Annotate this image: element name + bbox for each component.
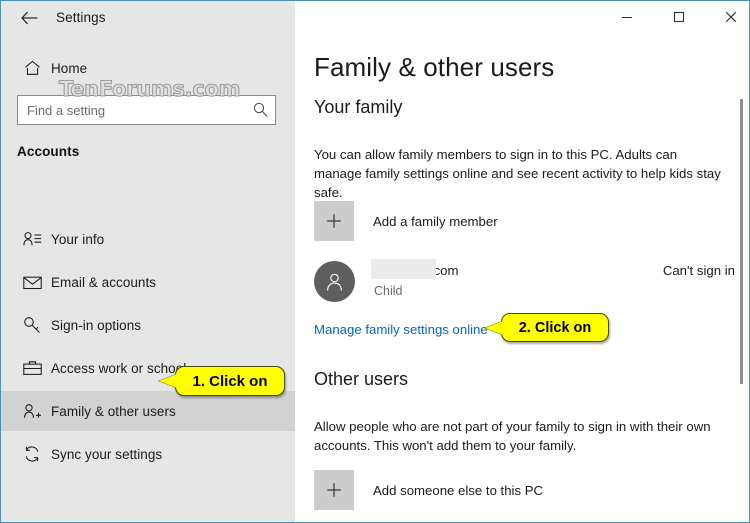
section-heading-other-users: Other users (314, 369, 409, 389)
briefcase-icon (13, 360, 51, 376)
back-button[interactable] (11, 5, 47, 31)
family-account-row[interactable]: @outlook.com Child Can't sign in (314, 258, 739, 306)
add-someone-else-label: Add someone else to this PC (373, 482, 544, 498)
minimize-button[interactable] (604, 1, 650, 32)
sidebar-item-sign-in-options-label: Sign-in options (51, 317, 142, 333)
home-icon (13, 60, 51, 76)
app-title: Settings (56, 10, 106, 25)
maximize-icon (673, 11, 685, 22)
sidebar-item-sync-your-settings-label: Sync your settings (51, 446, 163, 462)
scrollbar-thumb[interactable] (740, 99, 743, 384)
minimize-icon (622, 16, 632, 18)
sidebar-section-label: Accounts (17, 144, 80, 159)
callout-step-1: 1. Click on (159, 366, 285, 396)
sidebar-item-sync-your-settings[interactable]: Sync your settings (1, 434, 295, 474)
account-role: Child (374, 284, 403, 298)
callout-step-2-label: 2. Click on (518, 319, 592, 336)
redacted-username (371, 259, 436, 279)
account-status: Can't sign in (662, 263, 735, 278)
close-icon (725, 11, 737, 22)
add-family-member-button[interactable]: Add a family member (314, 201, 714, 241)
callout-step-2: 2. Click on (485, 313, 609, 342)
sidebar-item-family-other-users-label: Family & other users (51, 403, 176, 419)
sidebar-item-email-accounts[interactable]: Email & accounts (1, 262, 295, 302)
sidebar-item-your-info-label: Your info (51, 231, 105, 247)
your-family-description: You can allow family members to sign in … (314, 147, 721, 200)
person-plus-icon (13, 403, 51, 420)
page-title: Family & other users (314, 52, 555, 82)
manage-family-settings-link[interactable]: Manage family settings online (314, 322, 488, 337)
callout-step-1-label: 1. Click on (192, 372, 268, 390)
avatar (314, 261, 355, 302)
content-pane: Family & other users Your family You can… (295, 34, 749, 522)
sidebar-item-home[interactable]: Home (1, 48, 295, 88)
title-bar: Settings (1, 1, 749, 34)
callout-tail (159, 374, 177, 388)
add-family-member-label: Add a family member (373, 213, 498, 229)
key-icon (13, 316, 51, 334)
sidebar-item-your-info[interactable]: Your info (1, 219, 295, 259)
sidebar-item-family-other-users[interactable]: Family & other users (1, 391, 295, 431)
sidebar-item-home-label: Home (51, 60, 88, 76)
back-arrow-icon (20, 11, 37, 25)
sidebar: Home Accounts (1, 34, 295, 522)
search-input[interactable] (17, 95, 276, 125)
plus-icon (314, 201, 354, 241)
settings-window: Settings Home Find a setting Accounts Yo… (0, 0, 750, 523)
sidebar-item-sign-in-options[interactable]: Sign-in options (1, 305, 295, 345)
search-box[interactable] (17, 95, 276, 125)
person-info-icon (13, 231, 51, 247)
scrollbar[interactable] (736, 34, 748, 522)
add-someone-else-button[interactable]: Add someone else to this PC (314, 470, 714, 510)
other-users-description: Allow people who are not part of your fa… (314, 419, 711, 453)
envelope-icon (13, 275, 51, 290)
maximize-button[interactable] (656, 1, 702, 32)
callout-tail (485, 320, 503, 335)
close-button[interactable] (708, 1, 749, 32)
sync-icon (13, 445, 51, 463)
sidebar-item-email-accounts-label: Email & accounts (51, 274, 157, 290)
section-heading-your-family: Your family (314, 97, 403, 117)
plus-icon (314, 470, 354, 510)
